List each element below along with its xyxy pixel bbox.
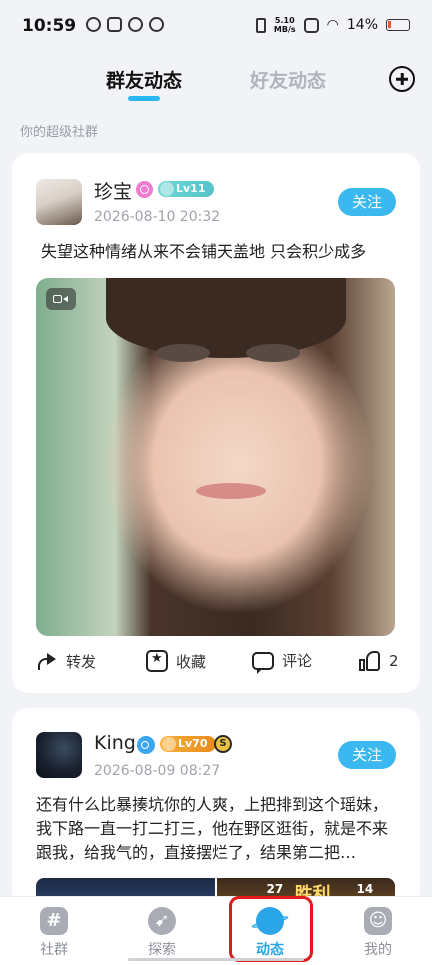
post-date: 2026-08-10 20:32: [94, 209, 221, 225]
post-card[interactable]: King Lv70 S 2026-08-09 08:27 关注 还有什么比暴揍坑…: [12, 708, 420, 908]
home-indicator: [128, 958, 304, 961]
plus-circle-icon[interactable]: [389, 66, 415, 92]
favorite-button[interactable]: 收藏: [146, 650, 206, 672]
favorite-icon: [146, 650, 168, 672]
sim-icon: [303, 17, 319, 33]
bottom-nav: # 社群 ➹ 探索 动态 ☺ 我的: [0, 896, 432, 965]
share-button[interactable]: 转发: [36, 650, 96, 672]
level-badge: Lv11: [158, 181, 214, 197]
face-icon: ☺: [364, 907, 392, 935]
like-count: 2: [389, 652, 399, 670]
comment-icon: [252, 651, 274, 674]
app-notification-icon: [128, 17, 143, 32]
share-icon: [36, 650, 58, 672]
net-speed: 5.10 MB/s: [273, 16, 296, 34]
status-bar: 10:59 5.10 MB/s ◠ 14%: [0, 0, 432, 52]
app-notification-icon: [86, 17, 101, 32]
comment-button[interactable]: 评论: [252, 650, 312, 674]
tab-friend-feed[interactable]: 好友动态: [250, 66, 326, 93]
status-time: 10:59: [22, 16, 77, 36]
battery-icon: [386, 19, 410, 31]
male-icon: [137, 736, 155, 754]
username[interactable]: King: [94, 732, 136, 754]
battery-text: 14%: [346, 17, 378, 33]
post-actions: 转发 收藏 评论 2: [12, 650, 420, 680]
vibrate-icon: [255, 17, 266, 33]
section-subtitle: 你的超级社群: [20, 125, 99, 140]
level-badge: Lv70: [160, 736, 216, 752]
post-card[interactable]: 珍宝 Lv11 2026-08-10 20:32 关注 失望这种情绪从来不会铺天…: [12, 153, 420, 693]
post-date: 2026-08-09 08:27: [94, 763, 221, 779]
wifi-icon: ◠: [326, 17, 339, 33]
username[interactable]: 珍宝: [94, 177, 132, 204]
video-icon: [46, 288, 76, 310]
feed-tabs: 群友动态 好友动态: [0, 60, 432, 110]
like-button[interactable]: 2: [359, 650, 399, 672]
highlight-box: [229, 896, 313, 962]
post-text: 失望这种情绪从来不会铺天盖地 只会积少成多: [41, 242, 367, 261]
app-notification-icon: [149, 17, 164, 32]
post-video[interactable]: [36, 278, 395, 636]
follow-button[interactable]: 关注: [338, 741, 396, 769]
avatar[interactable]: [36, 732, 82, 778]
avatar[interactable]: [36, 179, 82, 225]
nav-profile[interactable]: ☺ 我的: [324, 907, 432, 959]
rank-badge: S: [214, 735, 232, 753]
nav-explore[interactable]: ➹ 探索: [108, 907, 216, 959]
compass-icon: ➹: [148, 907, 176, 935]
active-tab-indicator: [128, 96, 160, 101]
thumbs-up-icon: [359, 650, 381, 672]
female-icon: [136, 181, 153, 198]
hash-icon: #: [40, 907, 68, 935]
post-text: 还有什么比暴揍坑你的人爽，上把排到这个瑶妹，我下路一直一打二打三，他在野区逛街，…: [36, 795, 389, 862]
follow-button[interactable]: 关注: [338, 188, 396, 216]
nav-community[interactable]: # 社群: [0, 907, 108, 959]
tab-group-feed[interactable]: 群友动态: [106, 66, 182, 93]
app-notification-icon: [107, 17, 122, 32]
